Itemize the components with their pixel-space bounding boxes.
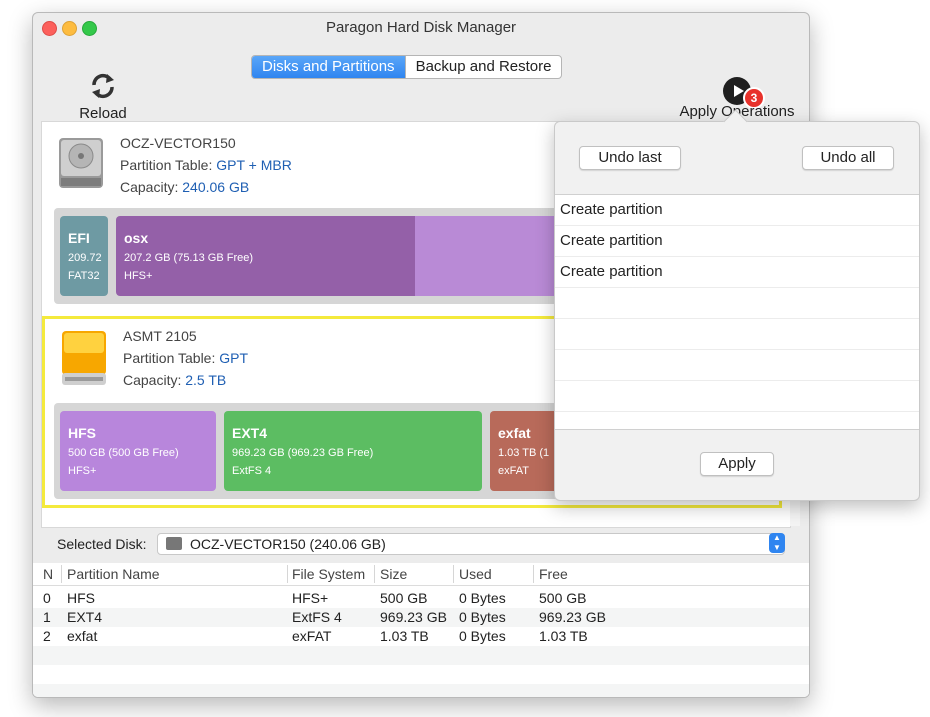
selected-disk-row: Selected Disk: OCZ-VECTOR150 (240.06 GB)… [47, 533, 797, 555]
partition-name: exfat [498, 425, 531, 441]
operation-empty-row [555, 319, 919, 350]
partition-table-value: GPT + MBR [216, 157, 292, 173]
partition-name: EFI [68, 230, 90, 246]
cell-file-system: HFS+ [292, 590, 329, 606]
view-tabs: Disks and Partitions Backup and Restore [251, 55, 563, 79]
partition-size: 207.2 GB (75.13 GB Free) [124, 252, 254, 264]
disk-info: ASMT 2105 Partition Table: GPT Capacity:… [123, 325, 248, 391]
partition-size: 209.72 [68, 252, 102, 264]
operation-item[interactable]: Create partition [555, 257, 919, 288]
partition-table-label: Partition Table: [120, 157, 213, 173]
table-row-empty [33, 684, 809, 697]
cell-file-system: ExtFS 4 [292, 609, 342, 625]
partition-fs: exFAT [498, 465, 529, 477]
selected-disk-value: OCZ-VECTOR150 (240.06 GB) [190, 536, 386, 552]
hard-drive-icon [166, 537, 182, 550]
disk-info: OCZ-VECTOR150 Partition Table: GPT + MBR… [120, 132, 292, 198]
cell-partition-name: exfat [67, 628, 98, 644]
cell-n: 1 [43, 609, 51, 625]
cell-size: 1.03 TB [380, 628, 429, 644]
capacity-label: Capacity: [120, 179, 179, 195]
operation-empty-row [555, 350, 919, 381]
undo-last-button[interactable]: Undo last [579, 146, 681, 170]
close-window-button[interactable] [42, 21, 57, 36]
operation-item[interactable]: Create partition [555, 226, 919, 257]
column-header-partition-name[interactable]: Partition Name [67, 566, 160, 582]
reload-label: Reload [79, 105, 127, 122]
table-row-empty [33, 646, 809, 665]
capacity-label: Capacity: [123, 372, 182, 388]
capacity-value: 240.06 GB [182, 179, 250, 195]
partition-size: 969.23 GB (969.23 GB Free) [232, 447, 374, 459]
cell-n: 0 [43, 590, 51, 606]
cell-partition-name: EXT4 [67, 609, 103, 625]
reload-icon [92, 73, 114, 99]
reload-button[interactable]: Reload [77, 71, 129, 122]
cell-free: 1.03 TB [539, 628, 588, 644]
cell-used: 0 Bytes [459, 609, 506, 625]
table-row[interactable]: 2 exfat exFAT 1.03 TB 0 Bytes 1.03 TB [33, 627, 809, 646]
partition-fs: ExtFS 4 [232, 465, 272, 477]
partition-name: HFS [68, 425, 96, 441]
table-row[interactable]: 0 HFS HFS+ 500 GB 0 Bytes 500 GB [33, 589, 809, 608]
tab-backup-and-restore[interactable]: Backup and Restore [404, 56, 562, 78]
partition-size: 1.03 TB (1 [498, 447, 550, 459]
disk-name: ASMT 2105 [123, 328, 197, 344]
window-title: Paragon Hard Disk Manager [325, 19, 517, 36]
operations-list: Create partition Create partition Create… [555, 194, 919, 430]
cell-used: 0 Bytes [459, 628, 506, 644]
column-header-file-system[interactable]: File System [292, 566, 365, 582]
external-drive-icon [62, 331, 106, 385]
partition-size: 500 GB (500 GB Free) [68, 447, 179, 459]
cell-free: 500 GB [539, 590, 587, 606]
chevron-up-down-icon: ▲ ▼ [769, 533, 785, 553]
cell-used: 0 Bytes [459, 590, 506, 606]
cell-size: 500 GB [380, 590, 428, 606]
hard-drive-icon [59, 138, 103, 188]
partition-efi[interactable]: EFI 209.72 FAT32 [60, 216, 108, 296]
column-header-n[interactable]: N [43, 566, 53, 582]
partition-fs: HFS+ [124, 270, 153, 282]
minimize-window-button[interactable] [62, 21, 77, 36]
partition-table-label: Partition Table: [123, 350, 216, 366]
operation-item[interactable]: Create partition [555, 195, 919, 226]
operation-empty-row [555, 381, 919, 412]
partition-table-value: GPT [219, 350, 249, 366]
cell-n: 2 [43, 628, 51, 644]
partition-ext4[interactable]: EXT4 969.23 GB (969.23 GB Free) ExtFS 4 [224, 411, 482, 491]
capacity-value: 2.5 TB [185, 372, 227, 388]
column-header-used[interactable]: Used [459, 566, 492, 582]
pending-operations-popover: Undo last Undo all Create partition Crea… [554, 109, 920, 501]
partition-fs: HFS+ [68, 465, 97, 477]
cell-file-system: exFAT [292, 628, 332, 644]
partition-hfs[interactable]: HFS 500 GB (500 GB Free) HFS+ [60, 411, 216, 491]
selected-disk-label: Selected Disk: [57, 536, 147, 552]
apply-button[interactable]: Apply [700, 452, 774, 476]
partition-name: osx [124, 230, 149, 246]
partition-fs: FAT32 [68, 270, 100, 282]
cell-size: 969.23 GB [380, 609, 447, 625]
operation-empty-row [555, 288, 919, 319]
table-header: N Partition Name File System Size Used F… [33, 563, 809, 586]
tab-disks-and-partitions[interactable]: Disks and Partitions [252, 56, 405, 78]
column-header-free[interactable]: Free [539, 566, 568, 582]
selected-disk-select[interactable]: OCZ-VECTOR150 (240.06 GB) ▲ ▼ [157, 533, 785, 555]
partition-table: N Partition Name File System Size Used F… [33, 563, 809, 697]
table-row[interactable]: 1 EXT4 ExtFS 4 969.23 GB 0 Bytes 969.23 … [33, 608, 809, 627]
undo-all-button[interactable]: Undo all [802, 146, 894, 170]
cell-partition-name: HFS [67, 590, 95, 606]
disk-name: OCZ-VECTOR150 [120, 135, 236, 151]
column-header-size[interactable]: Size [380, 566, 407, 582]
cell-free: 969.23 GB [539, 609, 606, 625]
partition-name: EXT4 [232, 425, 268, 441]
zoom-window-button[interactable] [82, 21, 97, 36]
